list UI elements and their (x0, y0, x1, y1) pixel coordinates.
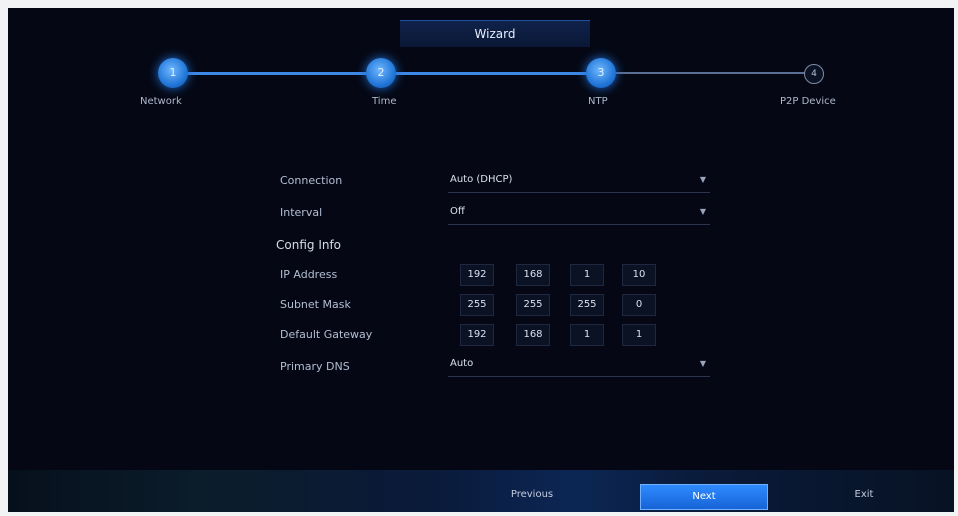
wizard-step-ntp-indicator[interactable]: 3 (586, 58, 616, 88)
gateway-octet-4[interactable]: 1 (622, 324, 656, 346)
window-title: Wizard (400, 20, 590, 47)
step-number: 4 (811, 69, 817, 79)
subnet-mask-octet-1[interactable]: 255 (460, 294, 494, 316)
interval-value: Off (450, 206, 465, 217)
ip-address-octet-4[interactable]: 10 (622, 264, 656, 286)
wizard-step-p2p-label: P2P Device (780, 96, 836, 107)
previous-button[interactable]: Previous (500, 484, 564, 506)
ip-address-octet-1[interactable]: 192 (460, 264, 494, 286)
connection-value: Auto (DHCP) (450, 174, 513, 185)
wizard-step-network-label: Network (140, 96, 182, 107)
gateway-octet-1[interactable]: 192 (460, 324, 494, 346)
wizard-step-p2p-indicator[interactable]: 4 (804, 64, 824, 84)
subnet-mask-octet-3[interactable]: 255 (570, 294, 604, 316)
config-section-title: Config Info (276, 238, 342, 252)
ip-address-octet-3[interactable]: 1 (570, 264, 604, 286)
subnet-mask-octet-2[interactable]: 255 (516, 294, 550, 316)
ip-address-octet-2[interactable]: 168 (516, 264, 550, 286)
exit-button[interactable]: Exit (844, 484, 884, 506)
subnet-mask-label: Subnet Mask (280, 298, 351, 311)
wizard-screen: Wizard 1 Network 2 Time 3 NTP 4 P2P Devi… (8, 8, 954, 512)
primary-dns-value: Auto (450, 358, 474, 369)
gateway-octet-3[interactable]: 1 (570, 324, 604, 346)
interval-label: Interval (280, 206, 323, 219)
connection-label: Connection (280, 174, 343, 187)
next-button[interactable]: Next (640, 484, 768, 510)
chevron-down-icon: ▼ (699, 207, 706, 216)
gateway-octet-2[interactable]: 168 (516, 324, 550, 346)
step-number: 2 (377, 66, 385, 79)
step-number: 3 (597, 66, 605, 79)
footer-bar (8, 470, 954, 512)
interval-select[interactable]: Off ▼ (448, 202, 710, 225)
connection-select[interactable]: Auto (DHCP) ▼ (448, 170, 710, 193)
gateway-label: Default Gateway (280, 328, 373, 341)
step-number: 1 (169, 66, 177, 79)
chevron-down-icon: ▼ (699, 359, 706, 368)
subnet-mask-octet-4[interactable]: 0 (622, 294, 656, 316)
chevron-down-icon: ▼ (699, 175, 706, 184)
ip-address-label: IP Address (280, 268, 338, 281)
primary-dns-label: Primary DNS (280, 360, 350, 373)
wizard-step-network-indicator[interactable]: 1 (158, 58, 188, 88)
wizard-step-time-label: Time (372, 96, 397, 107)
wizard-step-time-indicator[interactable]: 2 (366, 58, 396, 88)
wizard-step-ntp-label: NTP (588, 96, 608, 107)
primary-dns-select[interactable]: Auto ▼ (448, 354, 710, 377)
